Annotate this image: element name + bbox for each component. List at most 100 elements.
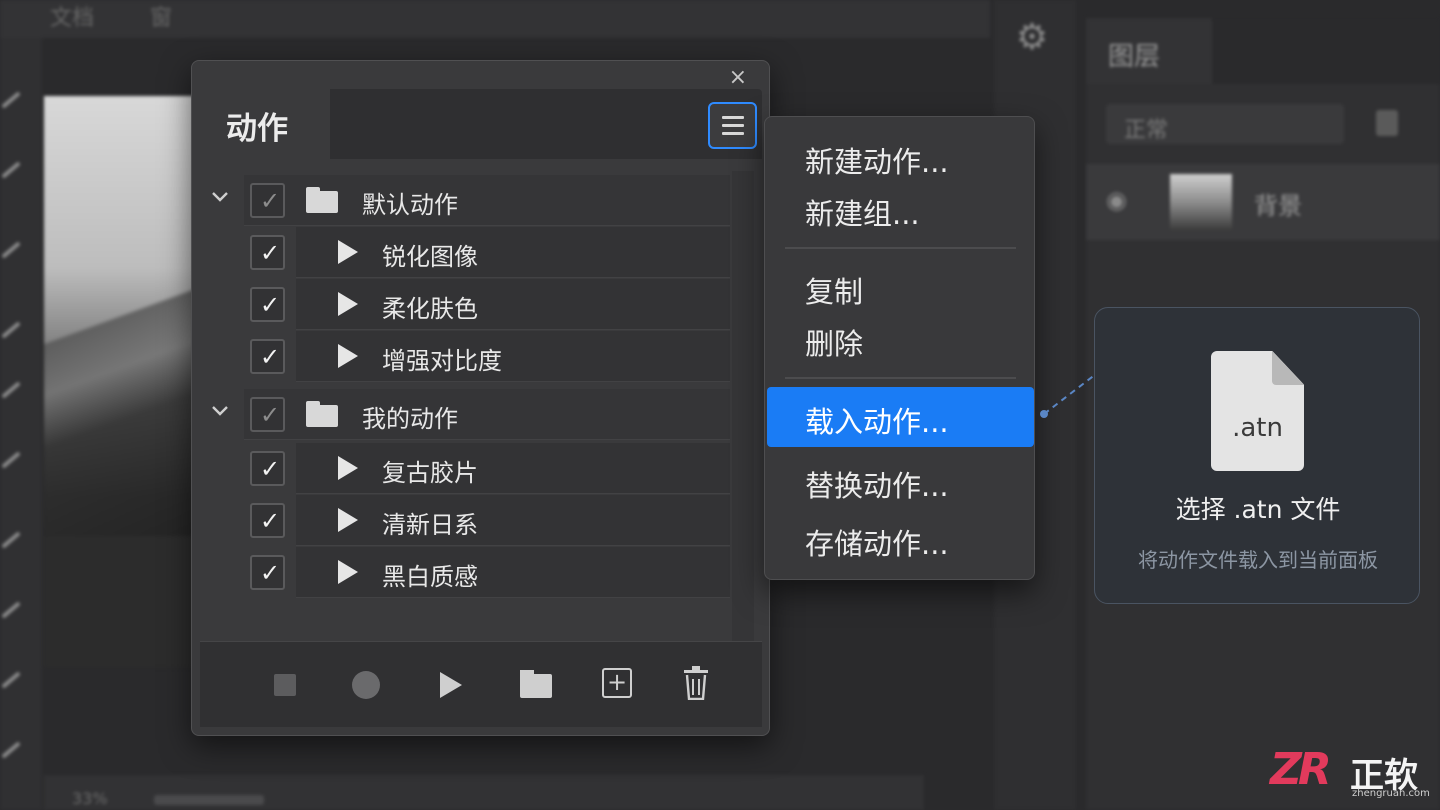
checkbox[interactable]: ✓	[250, 183, 285, 218]
status-bar: 33%	[44, 775, 924, 810]
close-icon[interactable]: ×	[729, 65, 747, 90]
action-row[interactable]: ✓ 黑白质感	[200, 547, 730, 598]
action-row[interactable]: ✓ 清新日系	[200, 495, 730, 546]
tool-icon[interactable]	[1, 741, 21, 759]
status-info	[154, 795, 264, 805]
folder-icon	[306, 187, 338, 213]
folder-icon	[306, 401, 338, 427]
tool-icon[interactable]	[1, 161, 21, 179]
action-row[interactable]: ✓ 锐化图像	[200, 227, 730, 278]
panel-menu-button[interactable]	[708, 102, 757, 149]
menu-item-doc[interactable]: 文档	[50, 0, 94, 32]
panel-flyout-menu: 新建动作... 新建组... 复制 删除 载入动作... 替换动作... 存储动…	[764, 116, 1035, 580]
play-icon	[338, 292, 358, 316]
hamburger-icon	[722, 124, 744, 127]
play-icon	[338, 456, 358, 480]
zoom-level: 33%	[72, 789, 108, 808]
checkbox[interactable]: ✓	[250, 235, 285, 270]
menu-new-set[interactable]: 新建组...	[805, 191, 920, 233]
menu-divider	[785, 377, 1016, 379]
hamburger-icon	[722, 132, 744, 135]
stop-icon[interactable]	[274, 674, 296, 696]
action-row[interactable]: ✓ 复古胶片	[200, 443, 730, 494]
menu-new-action[interactable]: 新建动作...	[805, 139, 949, 181]
tool-icon[interactable]	[1, 451, 21, 469]
layer-thumbnail	[1170, 174, 1232, 230]
lock-icon[interactable]	[1376, 110, 1398, 136]
menu-item-window[interactable]: 窗	[150, 0, 172, 32]
trash-icon[interactable]	[682, 666, 710, 700]
action-row[interactable]: ✓ 柔化肤色	[200, 279, 730, 330]
tool-icon[interactable]	[1, 91, 21, 109]
actions-panel: × 动作 ✓ 默认动作 ✓ 锐化图像 ✓ 柔化肤色 ✓ 增强对比度 ✓ 我的动作…	[191, 60, 770, 736]
actions-list: ✓ 默认动作 ✓ 锐化图像 ✓ 柔化肤色 ✓ 增强对比度 ✓ 我的动作 ✓ 复古…	[200, 171, 730, 641]
menu-delete[interactable]: 删除	[805, 321, 863, 363]
check-icon: ✓	[260, 455, 281, 483]
chevron-down-icon[interactable]	[212, 403, 228, 419]
play-icon	[338, 344, 358, 368]
checkbox[interactable]: ✓	[250, 397, 285, 432]
action-set-row[interactable]: ✓ 我的动作	[200, 389, 730, 440]
action-label: 黑白质感	[382, 563, 478, 591]
tab-layers[interactable]: 图层	[1086, 18, 1212, 84]
watermark: ZR 正软 zhengruan.com	[1270, 744, 1440, 804]
checkbox[interactable]: ✓	[250, 287, 285, 322]
scrollbar[interactable]	[732, 171, 754, 641]
actions-footer: +	[200, 641, 762, 727]
chevron-down-icon[interactable]	[212, 189, 228, 205]
tab-actions[interactable]: 动作	[200, 89, 330, 159]
checkbox[interactable]: ✓	[250, 451, 285, 486]
record-icon[interactable]	[352, 671, 380, 699]
tool-icon[interactable]	[1, 531, 21, 549]
action-label: 增强对比度	[382, 347, 502, 375]
watermark-url: zhengruan.com	[1352, 788, 1430, 799]
blend-mode-value: 正常	[1124, 118, 1169, 143]
tool-icon[interactable]	[1, 241, 21, 259]
menu-save-actions[interactable]: 存储动作...	[805, 521, 949, 563]
tool-icon[interactable]	[1, 671, 21, 689]
tool-icon[interactable]	[1, 601, 21, 619]
blend-mode-select[interactable]: 正常	[1106, 104, 1344, 144]
checkbox[interactable]: ✓	[250, 555, 285, 590]
new-action-icon[interactable]: +	[602, 668, 632, 698]
panel-tabbar: 动作	[200, 89, 762, 159]
new-set-icon[interactable]	[520, 670, 552, 698]
checkbox[interactable]: ✓	[250, 503, 285, 538]
play-icon	[338, 560, 358, 584]
menu-divider	[785, 247, 1016, 249]
tool-icon[interactable]	[1, 321, 21, 339]
action-row[interactable]: ✓ 增强对比度	[200, 331, 730, 382]
checkbox[interactable]: ✓	[250, 339, 285, 374]
file-body	[1211, 351, 1304, 471]
gear-icon[interactable]: ⚙	[1012, 18, 1052, 58]
menu-replace-actions[interactable]: 替换动作...	[805, 463, 949, 505]
tab-actions-label: 动作	[226, 111, 288, 147]
mountain-image	[44, 236, 194, 536]
action-label: 复古胶片	[382, 459, 478, 487]
menu-load-actions[interactable]: 载入动作...	[805, 399, 949, 441]
check-icon: ✓	[260, 239, 281, 267]
layer-row[interactable]: ◉ 背景	[1086, 164, 1440, 240]
layers-tabbar: 图层	[1086, 18, 1440, 84]
action-label: 柔化肤色	[382, 295, 478, 323]
file-select-callout: .atn 选择 .atn 文件 将动作文件载入到当前面板	[1094, 307, 1420, 604]
action-set-row[interactable]: ✓ 默认动作	[200, 175, 730, 226]
hamburger-icon	[722, 116, 744, 119]
action-label: 清新日系	[382, 511, 478, 539]
eye-icon[interactable]: ◉	[1106, 186, 1127, 214]
check-icon: ✓	[260, 291, 281, 319]
row-bar	[296, 227, 730, 278]
tool-icon[interactable]	[1, 381, 21, 399]
row-bar	[296, 279, 730, 330]
check-icon: ✓	[260, 187, 281, 215]
foreground-image	[44, 536, 194, 668]
app-menubar: 文档 窗	[0, 0, 990, 38]
play-icon	[338, 508, 358, 532]
check-icon: ✓	[260, 507, 281, 535]
row-bar	[296, 443, 730, 494]
watermark-logo: ZR	[1270, 744, 1332, 795]
menu-duplicate[interactable]: 复制	[805, 269, 863, 311]
action-set-label: 我的动作	[362, 405, 458, 433]
tools-toolbar	[0, 38, 42, 810]
play-selection-icon[interactable]	[440, 672, 462, 698]
